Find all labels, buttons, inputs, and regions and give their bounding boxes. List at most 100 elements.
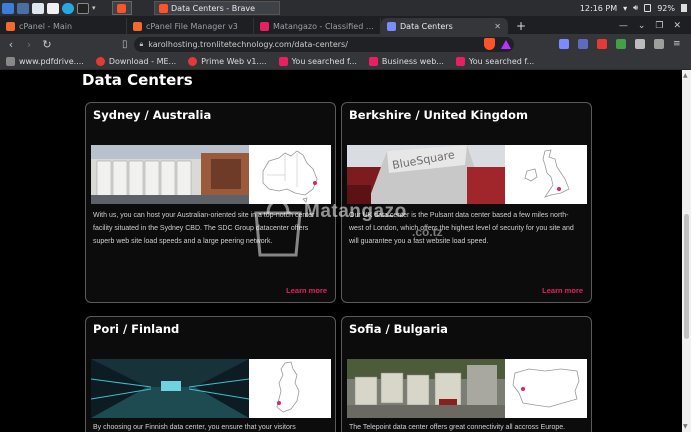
browser-toolbar: ‹ › ↻ ▯ 🔒︎ karolhosting.tronlitetechnolo… [0,34,691,54]
tab-title: Data Centers [400,21,453,31]
battery-level: 92% [657,3,675,13]
datacenter-photo [347,359,505,418]
browser-globe-icon[interactable] [62,2,74,14]
card-title: Pori / Finland [93,322,180,336]
bookmark-item[interactable]: Prime Web v1.... [188,57,274,66]
brave-shields-icon[interactable] [483,38,495,50]
card-title: Sydney / Australia [93,108,212,122]
bookmark-item[interactable]: You searched f... [455,57,542,66]
forward-arrow-icon[interactable]: › [20,38,38,51]
page-title: Data Centers [82,71,193,89]
wallet-icon[interactable] [654,39,664,49]
translate-icon[interactable] [578,39,588,49]
tab-title: cPanel - Main [19,21,73,31]
system-tray: 12:16 PM ▾ 🔊︎ 92% [580,3,691,13]
bookmark-item[interactable]: Business web... [368,57,452,66]
tab-list-icon[interactable]: ⌄ [638,21,646,31]
new-tab-button[interactable]: + [508,18,534,34]
datacenter-photo: BlueSquare [347,145,505,204]
shield-extension-icon[interactable] [559,39,569,49]
tab-data-centers[interactable]: Data Centers ✕ [381,18,508,34]
bookmark-item[interactable]: Download - ME... [95,57,184,66]
bookmark-icon[interactable]: ▯ [122,39,128,50]
tab-cpanel-file-manager[interactable]: cPanel File Manager v3 [127,18,254,34]
restore-icon[interactable]: ❐ [655,21,663,31]
close-window-icon[interactable]: ✕ [673,21,681,31]
lock-icon: 🔒︎ [139,39,144,48]
menu-icon[interactable]: ≡ [673,39,683,49]
location-marker [313,181,317,185]
card-description: With us, you can host your Australian-or… [93,212,315,245]
learn-more-link[interactable]: Learn more [286,286,327,295]
volume-icon[interactable]: 🔊︎ [633,3,638,13]
puzzle-icon[interactable] [635,39,645,49]
matangazo-icon [278,57,288,66]
datacenter-card-sydney: Sydney / Australia With us, you can host… [85,102,336,303]
bookmark-label: You searched f... [468,57,535,66]
brave-icon [159,3,168,13]
location-marker [277,401,281,405]
minimize-icon[interactable]: — [619,21,628,31]
tab-cpanel-main[interactable]: cPanel - Main [0,18,127,34]
chevron-down-icon[interactable]: ▾ [92,3,98,14]
page-scrollbar[interactable]: ▲ ▼ [682,70,691,432]
page-viewport[interactable]: Data Centers Sydney / Australia With us,… [0,70,682,432]
prime-web-icon [188,57,198,66]
extension-icons: ≡ [559,39,691,49]
brave-rewards-icon[interactable] [500,39,511,49]
cpanel-favicon-icon [6,21,15,31]
battery-icon[interactable] [644,4,652,12]
url-text: karolhosting.tronlitetechnology.com/data… [148,39,348,49]
site-favicon-icon [387,21,396,31]
tab-title: cPanel File Manager v3 [146,21,238,31]
bookmark-item[interactable]: You searched f... [278,57,365,66]
close-tab-icon[interactable]: ✕ [494,22,501,31]
terminal-icon[interactable] [77,2,89,14]
notification-icon[interactable] [681,4,687,12]
scroll-down-icon[interactable]: ▼ [683,423,688,430]
desktop-icon[interactable] [17,2,29,14]
matangazo-icon [455,57,465,66]
uk-map [505,145,587,204]
matangazo-icon [368,57,378,66]
address-bar[interactable]: 🔒︎ karolhosting.tronlitetechnology.com/d… [133,36,514,52]
reload-icon[interactable]: ↻ [38,38,56,51]
download-icon[interactable] [616,39,626,49]
australia-map [249,145,331,204]
browser-tab-strip: cPanel - Main cPanel File Manager v3 Mat… [0,16,691,34]
taskbar-active-window[interactable]: Data Centers - Brave [154,1,280,15]
mail-icon[interactable] [32,2,44,14]
learn-more-link[interactable]: Learn more [542,286,583,295]
bookmark-label: Prime Web v1.... [201,57,267,66]
extension-red-icon[interactable] [597,39,607,49]
taskbar-brave-small[interactable] [112,1,132,15]
scroll-thumb[interactable] [684,214,689,339]
datacenter-photo [91,145,249,204]
bookmark-item[interactable]: www.pdfdrive.... [6,57,92,66]
os-taskbar: ▾ Data Centers - Brave 12:16 PM ▾ 🔊︎ 92% [0,0,691,16]
back-arrow-icon[interactable]: ‹ [2,38,20,51]
datacenter-card-sofia: Sofia / Bulgaria The Telepoint data cent… [341,316,592,432]
bookmark-label: Download - ME... [108,57,177,66]
card-title: Berkshire / United Kingdom [349,108,528,122]
taskbar-launchers: ▾ [0,2,98,14]
bulgaria-map [505,359,587,418]
clock[interactable]: 12:16 PM [580,4,617,13]
window-controls: — ⌄ ❐ ✕ [619,18,691,34]
card-description: Our UK data center is the Pulsant data c… [349,212,574,245]
finland-map [249,359,331,418]
bookmark-label: You searched f... [291,57,357,66]
wifi-icon[interactable]: ▾ [623,4,627,13]
app-menu-icon[interactable] [2,2,14,14]
datacenter-card-berkshire: Berkshire / United Kingdom BlueSquare Ou… [341,102,592,303]
scroll-up-icon[interactable]: ▲ [683,72,688,79]
card-description: The Telepoint data center offers great c… [349,424,566,431]
matangazo-favicon-icon [260,21,269,31]
tab-matangazo[interactable]: Matangazo - Classified & Pro [254,18,381,34]
location-marker [521,387,525,391]
bookmark-label: www.pdfdrive.... [19,57,84,66]
location-marker [557,187,561,191]
document-icon[interactable] [47,2,59,14]
bookmark-label: Business web... [381,57,444,66]
globe-icon [6,57,15,66]
